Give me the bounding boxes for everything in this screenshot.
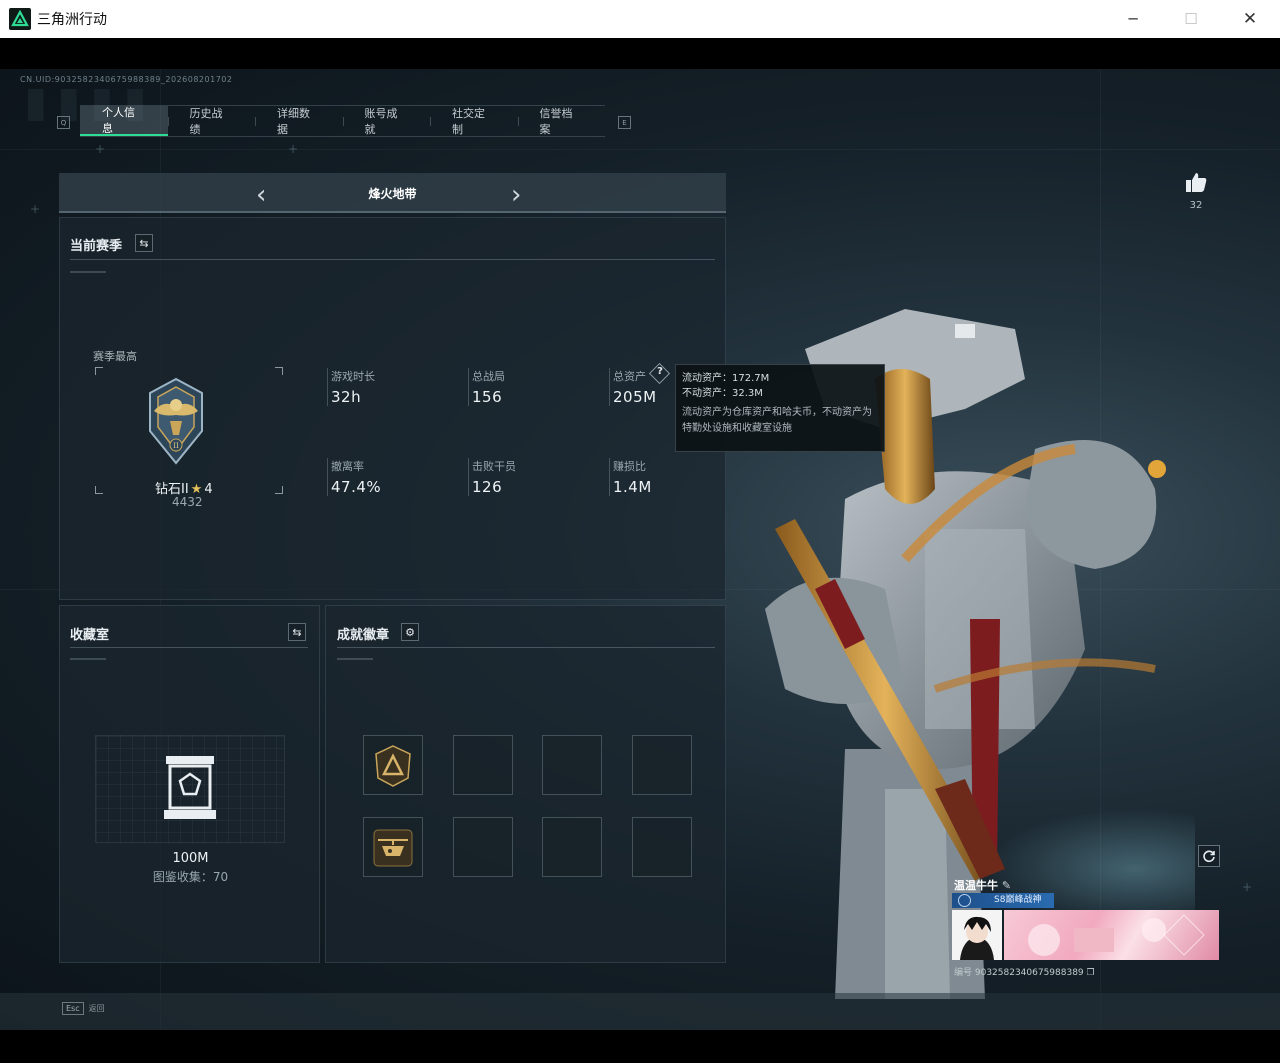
player-rank-badge: S8巅峰战神 xyxy=(952,893,1054,908)
stat-value: 47.4% xyxy=(331,478,382,496)
game-screen: + + + + ▮▮▮▮ CN.UID:903258234067598838​9… xyxy=(0,69,1280,1030)
tooltip-description: 流动资产为仓库资产和哈夫币，不动资产为特勤处设施和收藏室设施 xyxy=(682,407,872,434)
badge-slot[interactable] xyxy=(363,735,423,795)
swap-icon[interactable]: ⇆ xyxy=(288,623,306,641)
letterbox-top xyxy=(0,38,1280,69)
player-banner xyxy=(1004,910,1219,960)
app-logo-icon xyxy=(9,8,31,30)
badge-triangle-icon xyxy=(375,745,411,787)
tab-personal-info[interactable]: 个人信息 xyxy=(80,106,168,136)
back-button[interactable]: Esc 返回 xyxy=(62,1002,105,1015)
next-tab-key-hint[interactable]: E xyxy=(618,116,631,129)
player-uid: 编号 903258234067598838​9 ❐ xyxy=(954,968,1095,978)
stat-label: 总战局 xyxy=(472,370,505,383)
tab-match-history[interactable]: 历史战绩 xyxy=(167,106,256,136)
rank-points: 4432 xyxy=(172,495,203,509)
grid-plus-icon: + xyxy=(1242,880,1253,894)
season-title: 当前赛季 xyxy=(70,239,123,254)
mode-selector: ‹ 烽火地带 › xyxy=(59,173,726,213)
stat-value: 1.4M xyxy=(613,478,652,496)
mode-next-arrow-icon[interactable]: › xyxy=(511,180,521,210)
rank-circle-icon xyxy=(958,894,971,907)
grid-plus-icon: + xyxy=(95,142,106,156)
tab-bar: 个人信息 历史战绩 详细数据 账号成就 社交定制 信誉档案 xyxy=(80,105,605,137)
stat-value: 32h xyxy=(331,388,362,406)
maximize-button[interactable]: ☐ xyxy=(1162,0,1220,38)
rank-stars: 4 xyxy=(204,482,213,497)
season-best-label: 赛季最高 xyxy=(93,350,137,363)
tooltip-liquid-assets: 流动资产：172.7M xyxy=(682,373,770,384)
rank-emblem-icon: II xyxy=(149,377,203,465)
badges-title: 成就徽章 xyxy=(337,628,390,643)
collection-value: 100M xyxy=(172,851,209,866)
edit-icon[interactable]: ✎ xyxy=(1002,879,1011,892)
badge-slot[interactable] xyxy=(542,817,602,877)
uid-line: CN.UID:903258234067598838​9_202608201702 xyxy=(20,75,233,84)
tab-social-custom[interactable]: 社交定制 xyxy=(430,106,518,136)
badge-slot[interactable] xyxy=(453,735,513,795)
like-count: 32 xyxy=(1189,200,1203,211)
minimize-button[interactable]: ─ xyxy=(1104,0,1162,38)
player-name: 温温牛牛 ✎ xyxy=(954,879,1012,892)
badge-slot[interactable] xyxy=(363,817,423,877)
letterbox-bottom xyxy=(0,1030,1280,1063)
stat-label: 游戏时长 xyxy=(331,370,375,383)
badge-slot[interactable] xyxy=(632,817,692,877)
season-panel: 当前赛季 ⇆ 赛季最高 II 钻石II ★ 4 4432 游戏时长 32h 总战局 … xyxy=(59,217,726,600)
esc-key: Esc xyxy=(62,1002,84,1015)
thumbs-up-icon[interactable] xyxy=(1184,171,1208,193)
badge-helicopter-icon xyxy=(373,829,413,867)
stat-label: 赚损比 xyxy=(613,460,646,473)
stat-label: 击败干员 xyxy=(472,460,516,473)
tab-reputation[interactable]: 信誉档案 xyxy=(517,106,606,136)
stat-value: 156 xyxy=(472,388,503,406)
grid-plus-icon: + xyxy=(288,142,299,156)
back-label: 返回 xyxy=(88,1004,105,1013)
stat-label: 撤离率 xyxy=(331,460,364,473)
swap-icon[interactable]: ⇆ xyxy=(135,234,153,252)
player-namecard[interactable]: 温温牛牛 ✎ S8巅峰战神 编号 903258234067598838​9 ❐ xyxy=(952,875,1219,978)
stat-value: 205M xyxy=(613,388,657,406)
badge-slot[interactable] xyxy=(632,735,692,795)
refresh-icon[interactable] xyxy=(1198,845,1220,867)
window-titlebar: 三角洲行动 ─ ☐ ✕ xyxy=(0,0,1280,38)
collection-count: 图鉴收集：70 xyxy=(152,870,229,884)
stat-label: 总资产 xyxy=(613,370,646,383)
copy-icon[interactable]: ❐ xyxy=(1087,968,1095,978)
tab-achievements[interactable]: 账号成就 xyxy=(342,106,431,136)
footer-bar xyxy=(0,993,1280,1030)
window-title: 三角洲行动 xyxy=(37,12,107,28)
collection-panel: 收藏室 ⇆ 100M 图鉴收集：70 xyxy=(59,605,320,963)
like-counter[interactable]: 32 xyxy=(1180,171,1212,211)
badge-slot[interactable] xyxy=(542,735,602,795)
tooltip-fixed-assets: 不动资产：32.3M xyxy=(682,388,763,399)
badge-slot[interactable] xyxy=(453,817,513,877)
player-rank-title: S8巅峰战神 xyxy=(994,895,1042,905)
prev-tab-key-hint[interactable]: Q xyxy=(57,116,70,129)
collection-title: 收藏室 xyxy=(70,628,110,643)
close-button[interactable]: ✕ xyxy=(1221,0,1279,38)
gear-icon[interactable]: ⚙ xyxy=(401,623,419,641)
vault-icon xyxy=(164,756,216,819)
tab-detailed-data[interactable]: 详细数据 xyxy=(255,106,343,136)
grid-plus-icon: + xyxy=(30,202,41,216)
player-avatar[interactable] xyxy=(952,910,1002,960)
mode-name: 烽火地带 xyxy=(368,187,417,201)
assets-tooltip: 流动资产：172.7M 不动资产：32.3M 流动资产为仓库资产和哈夫币，不动资… xyxy=(675,364,885,452)
stat-value: 126 xyxy=(472,478,503,496)
svg-text:II: II xyxy=(173,442,179,450)
badges-panel: 成就徽章 ⚙ xyxy=(325,605,726,963)
